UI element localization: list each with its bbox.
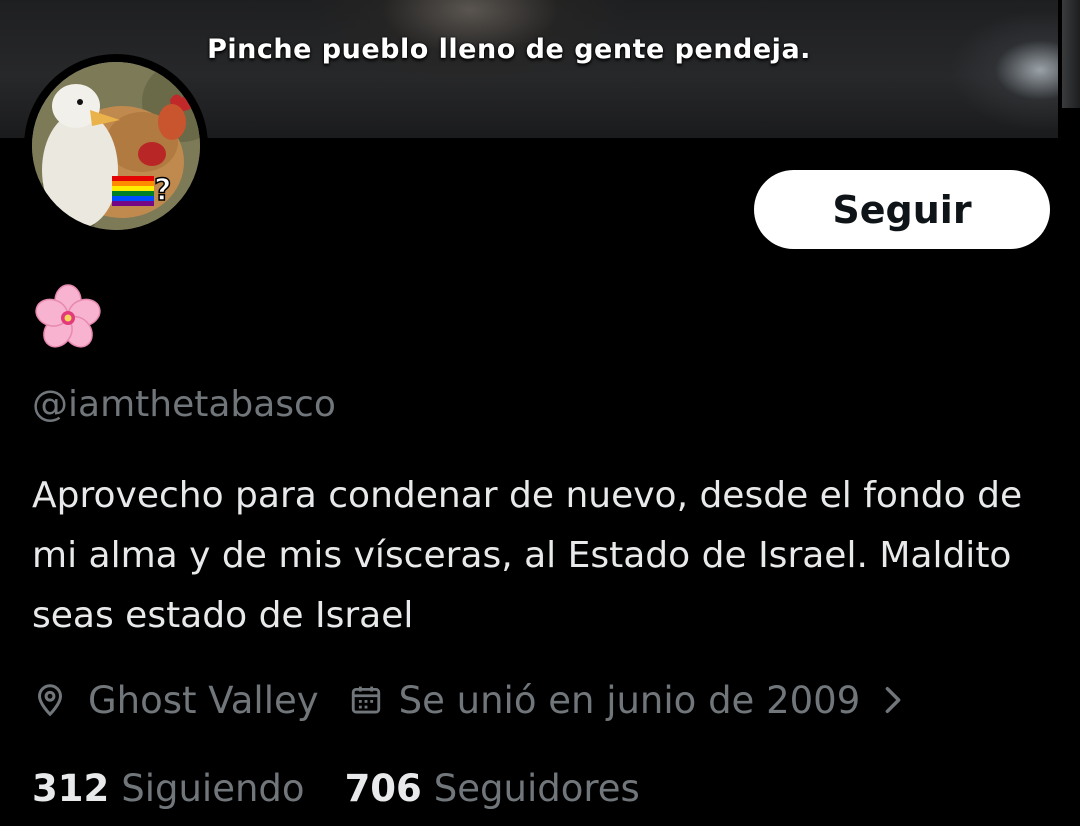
follow-button[interactable]: Seguir xyxy=(754,170,1050,249)
location: Ghost Valley xyxy=(32,679,319,722)
join-date-text: Se unió en junio de 2009 xyxy=(398,678,861,722)
calendar-icon xyxy=(351,686,380,714)
following-link[interactable]: 312 Siguiendo xyxy=(32,767,305,810)
following-label: Siguiendo xyxy=(121,766,305,810)
location-pin-icon xyxy=(37,684,63,717)
banner-caption: Pinche pueblo lleno de gente pendeja. xyxy=(207,34,811,65)
followers-link[interactable]: 706 Seguidores xyxy=(345,767,640,810)
profile-meta: Ghost Valley Se unió en junio de 2009 xyxy=(32,672,904,728)
pride-flag-icon: ? xyxy=(112,172,172,209)
chevron-right-icon[interactable] xyxy=(882,683,904,717)
followers-count: 706 xyxy=(344,766,422,810)
following-count: 312 xyxy=(32,766,110,810)
profile-handle: @iamthetabasco xyxy=(32,384,336,425)
avatar[interactable]: ? xyxy=(24,54,208,238)
avatar-image: ? xyxy=(32,62,200,230)
profile-page: Pinche pueblo lleno de gente pendeja. ? … xyxy=(0,0,1080,826)
join-date[interactable]: Se unió en junio de 2009 xyxy=(349,679,905,722)
location-text: Ghost Valley xyxy=(88,678,319,722)
cherry-blossom-icon xyxy=(35,284,101,348)
profile-stats: 312 Siguiendo 706 Seguidores xyxy=(32,760,640,816)
banner-edge-image xyxy=(1062,0,1080,108)
followers-label: Seguidores xyxy=(433,766,640,810)
svg-text:?: ? xyxy=(154,173,171,208)
display-name xyxy=(32,282,104,354)
profile-bio: Aprovecho para condenar de nuevo, desde … xyxy=(32,475,1023,636)
